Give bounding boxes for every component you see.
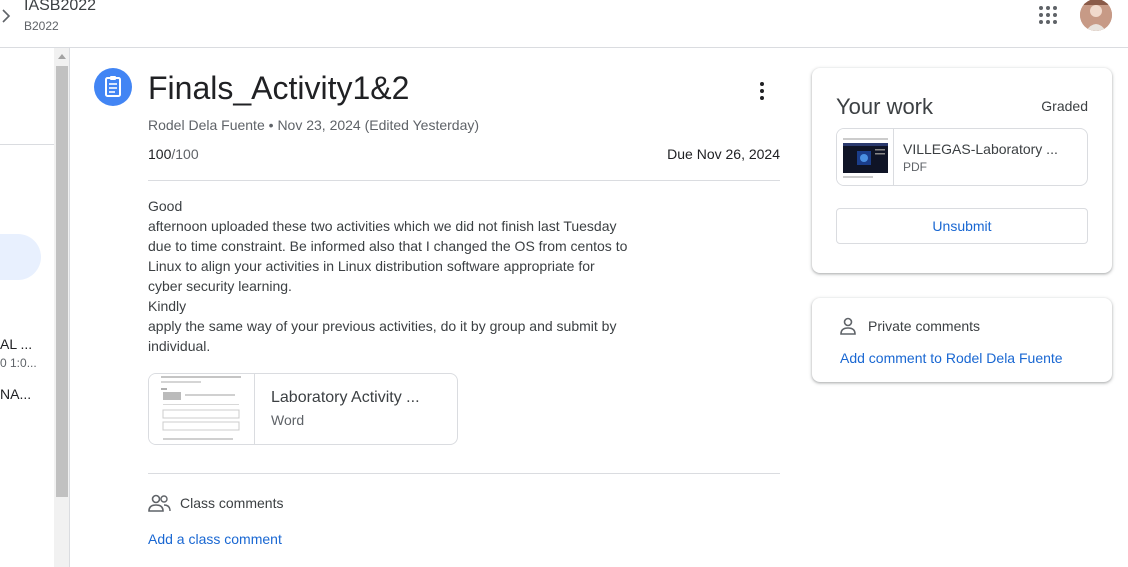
- class-comments-label: Class comments: [180, 495, 284, 511]
- people-icon: [148, 494, 171, 512]
- sidebar-item-label[interactable]: AL ...: [0, 336, 32, 352]
- points-earned: 100: [148, 146, 172, 162]
- description-line: Linux to align your activities in Linux …: [148, 258, 595, 274]
- sidebar-item-sublabel: 0 1:0...: [0, 356, 37, 370]
- assignment-title: Finals_Activity1&2: [148, 70, 410, 106]
- sidebar-item-active[interactable]: [0, 234, 41, 280]
- author: Rodel Dela Fuente: [148, 117, 265, 133]
- description-line: Good: [148, 198, 183, 214]
- attachment-title: Laboratory Activity ...: [271, 389, 420, 406]
- posted-date: Nov 23, 2024 (Edited Yesterday): [277, 117, 480, 133]
- assignment-description: Good afternoon uploaded these two activi…: [148, 196, 668, 356]
- points-total: /100: [171, 146, 199, 162]
- submitted-file-card[interactable]: VILLEGAS-Laboratory ... PDF: [836, 128, 1088, 186]
- description-line: afternoon uploaded these two activities …: [148, 218, 617, 234]
- add-class-comment-link[interactable]: Add a class comment: [148, 531, 282, 547]
- divider: [148, 180, 780, 181]
- sidebar-item-label[interactable]: NA...: [0, 386, 31, 402]
- more-vert-icon[interactable]: [750, 79, 774, 103]
- description-line: individual.: [148, 338, 211, 354]
- description-line: cyber security learning.: [148, 278, 292, 294]
- attachment-type: Word: [271, 412, 305, 428]
- top-bar: IASB2022 B2022: [0, 0, 1128, 48]
- person-icon: [840, 317, 856, 335]
- sidebar-scrollbar[interactable]: [54, 48, 70, 567]
- sidebar-divider: [0, 144, 54, 145]
- unsubmit-button[interactable]: Unsubmit: [836, 208, 1088, 244]
- apps-grid-icon[interactable]: [1037, 4, 1059, 26]
- divider: [148, 473, 780, 474]
- description-line: apply the same way of your previous acti…: [148, 318, 617, 334]
- chevron-right-icon[interactable]: [0, 6, 12, 26]
- assignment-meta: Rodel Dela Fuente • Nov 23, 2024 (Edited…: [148, 117, 480, 133]
- file-type: PDF: [903, 160, 927, 174]
- attachment-card[interactable]: Laboratory Activity ... Word: [148, 373, 458, 445]
- your-work-card: Your work Graded VILLEGAS-Laboratory ...…: [812, 68, 1112, 273]
- description-line: Kindly: [148, 298, 187, 314]
- class-title[interactable]: IASB2022: [24, 0, 96, 15]
- avatar[interactable]: [1080, 0, 1112, 31]
- file-title: VILLEGAS-Laboratory ...: [903, 141, 1058, 157]
- status-badge: Graded: [1041, 98, 1088, 114]
- points: 100/100: [148, 146, 199, 162]
- scroll-up-arrow[interactable]: [58, 54, 66, 59]
- due-date: Due Nov 26, 2024: [667, 146, 780, 162]
- attachment-thumbnail: [149, 374, 255, 444]
- file-thumbnail: [837, 129, 894, 185]
- private-comments-label: Private comments: [868, 318, 981, 334]
- your-work-title: Your work: [836, 94, 934, 119]
- description-line: due to time constraint. Be informed also…: [148, 238, 628, 254]
- class-section: B2022: [24, 19, 59, 33]
- add-private-comment-link[interactable]: Add comment to Rodel Dela Fuente: [840, 350, 1063, 366]
- assignment-icon: [94, 68, 132, 106]
- scroll-thumb[interactable]: [56, 66, 68, 497]
- private-comments-card: Private comments Add comment to Rodel De…: [812, 298, 1112, 382]
- sidebar: AL ... 0 1:0... NA...: [0, 48, 54, 567]
